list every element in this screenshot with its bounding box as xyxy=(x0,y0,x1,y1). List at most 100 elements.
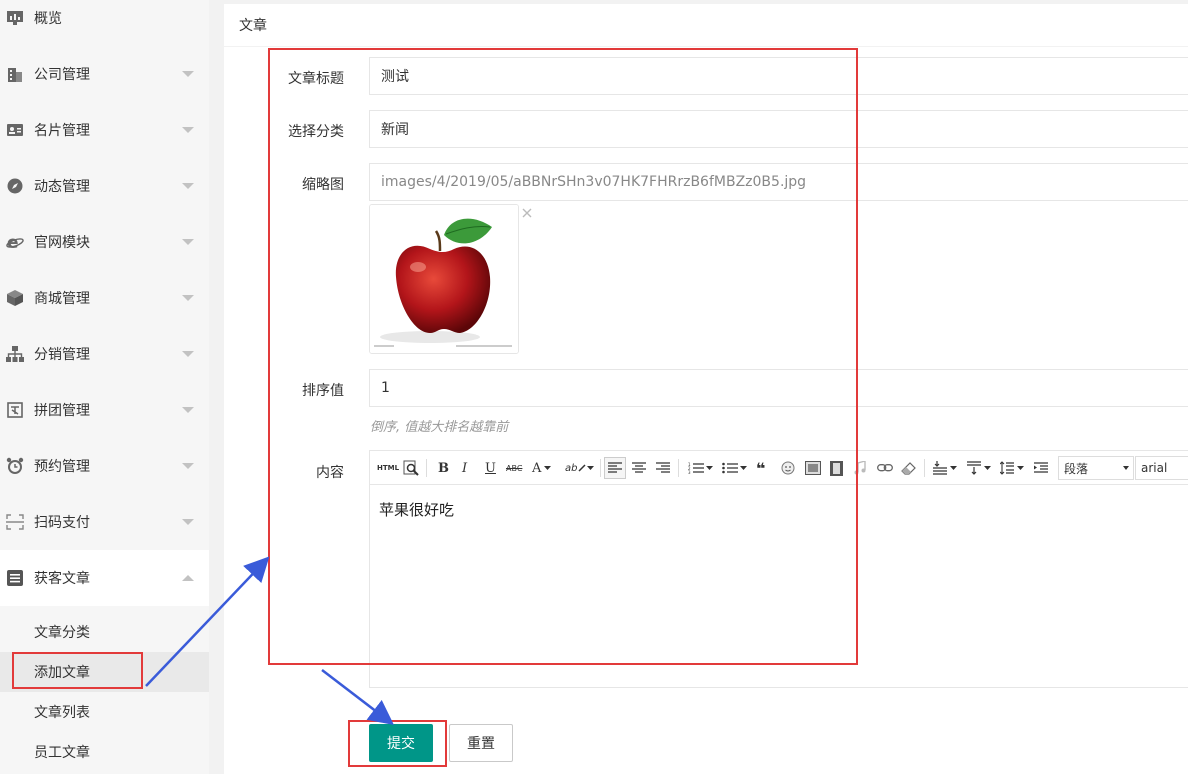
sort-label: 排序值 xyxy=(302,383,344,399)
toolbar-divider xyxy=(600,459,601,477)
ordered-list-icon[interactable]: 123 xyxy=(688,460,704,476)
cube-icon xyxy=(6,289,24,307)
sidebar-item-dynamics[interactable]: 动态管理 xyxy=(0,158,209,214)
chevron-down-icon xyxy=(182,71,194,77)
sidebar-subitem-label: 员工文章 xyxy=(34,745,90,761)
eraser-icon[interactable] xyxy=(901,460,916,476)
submit-button[interactable]: 提交 xyxy=(369,724,433,762)
pen-icon xyxy=(578,460,586,476)
sidebar-item-label: 获客文章 xyxy=(34,571,90,587)
compass-icon xyxy=(6,177,24,195)
music-icon[interactable] xyxy=(854,460,866,476)
sidebar-item-distribution[interactable]: 分销管理 xyxy=(0,326,209,382)
sidebar-subitem-label: 添加文章 xyxy=(34,665,90,681)
bold-button[interactable]: B xyxy=(438,460,449,476)
reset-button[interactable]: 重置 xyxy=(449,724,513,762)
emoji-icon[interactable] xyxy=(781,460,795,476)
image-icon[interactable] xyxy=(805,460,821,476)
chevron-up-icon xyxy=(182,575,194,581)
align-center-icon[interactable] xyxy=(632,460,646,476)
font-color-button[interactable]: A xyxy=(532,460,541,476)
underline-button[interactable]: U xyxy=(485,460,496,476)
chevron-down-icon[interactable] xyxy=(706,460,713,476)
row-spacing-top-icon[interactable] xyxy=(933,460,947,476)
sidebar-item-booking[interactable]: 预约管理 xyxy=(0,438,209,494)
sidebar: 概览 公司管理 名片管理 动态管理 e 官网模块 商城管理 分销管理 拼团管理 … xyxy=(0,0,209,774)
sidebar-item-overview[interactable]: 概览 xyxy=(0,0,209,46)
thumbnail-label: 缩略图 xyxy=(302,177,344,193)
sidebar-item-label: 拼团管理 xyxy=(34,403,90,419)
ie-icon: e xyxy=(6,233,24,251)
sidebar-subitem-label: 文章分类 xyxy=(34,625,90,641)
highlight-button[interactable]: ab xyxy=(565,460,577,476)
thumbnail-path-input[interactable]: images/4/2019/05/aBBNrSHn3v07HK7FHRrzB6f… xyxy=(369,163,1188,201)
chevron-down-icon xyxy=(182,351,194,357)
sidebar-item-label: 分销管理 xyxy=(34,347,90,363)
rich-text-editor[interactable]: HTML B I U ABC A ab 123 ❝ 段落 arial 苹果很好吃 xyxy=(369,450,1188,688)
sidebar-item-website[interactable]: e 官网模块 xyxy=(0,214,209,270)
font-family-select[interactable]: arial xyxy=(1135,456,1188,480)
row-spacing-bottom-icon[interactable] xyxy=(967,460,981,476)
close-icon[interactable] xyxy=(522,206,532,222)
sidebar-subitem-article-category[interactable]: 文章分类 xyxy=(0,612,209,652)
link-icon[interactable] xyxy=(877,460,893,476)
italic-button[interactable]: I xyxy=(462,460,467,476)
sidebar-item-scan-pay[interactable]: 扫码支付 xyxy=(0,494,209,550)
card-icon xyxy=(6,121,24,139)
article-icon xyxy=(6,569,24,587)
sidebar-item-label: 动态管理 xyxy=(34,179,90,195)
sidebar-item-label: 官网模块 xyxy=(34,235,90,251)
chevron-down-icon[interactable] xyxy=(740,460,747,476)
sort-hint: 倒序, 值越大排名越靠前 xyxy=(370,420,509,435)
main-card: 文章 文章标题 测试 选择分类 新闻 缩略图 images/4/2019/05/… xyxy=(224,4,1188,774)
sidebar-item-company[interactable]: 公司管理 xyxy=(0,46,209,102)
building-icon xyxy=(6,65,24,83)
alarm-icon xyxy=(6,457,24,475)
strikethrough-button[interactable]: ABC xyxy=(506,460,522,476)
chevron-down-icon[interactable] xyxy=(1017,460,1024,476)
chevron-down-icon xyxy=(182,239,194,245)
align-left-icon[interactable] xyxy=(604,457,626,479)
toolbar-divider xyxy=(678,459,679,477)
title-input[interactable]: 测试 xyxy=(369,57,1188,95)
paragraph-select[interactable]: 段落 xyxy=(1058,456,1134,480)
align-right-icon[interactable] xyxy=(656,460,670,476)
toolbar-divider xyxy=(924,459,925,477)
chevron-down-icon xyxy=(182,519,194,525)
sidebar-item-label: 概览 xyxy=(34,11,62,27)
chevron-down-icon[interactable] xyxy=(587,460,594,476)
chevron-down-icon[interactable] xyxy=(544,460,551,476)
thumbnail-image xyxy=(369,204,519,354)
sidebar-item-articles[interactable]: 获客文章 xyxy=(0,550,209,606)
html-source-button[interactable]: HTML xyxy=(377,460,399,476)
unordered-list-icon[interactable] xyxy=(722,460,738,476)
sidebar-item-group-buy[interactable]: 拼团管理 xyxy=(0,382,209,438)
video-icon[interactable] xyxy=(830,460,843,476)
preview-icon[interactable] xyxy=(403,460,419,476)
scan-icon xyxy=(6,513,24,531)
editor-content[interactable]: 苹果很好吃 xyxy=(379,499,454,520)
svg-text:3: 3 xyxy=(688,470,691,475)
sidebar-subitem-staff-articles[interactable]: 员工文章 xyxy=(0,732,209,772)
title-label: 文章标题 xyxy=(288,71,344,87)
paragraph-select-value: 段落 xyxy=(1064,461,1089,476)
chevron-down-icon xyxy=(182,463,194,469)
group-icon xyxy=(6,401,24,419)
sidebar-subitem-add-article[interactable]: 添加文章 xyxy=(0,652,209,692)
chevron-down-icon xyxy=(182,183,194,189)
sidebar-subitem-article-list[interactable]: 文章列表 xyxy=(0,692,209,732)
category-select[interactable]: 新闻 xyxy=(369,110,1188,148)
sort-input[interactable]: 1 xyxy=(369,369,1188,407)
font-family-select-value: arial xyxy=(1141,461,1168,475)
category-label: 选择分类 xyxy=(288,124,344,140)
blockquote-icon[interactable]: ❝ xyxy=(756,459,765,478)
chevron-down-icon[interactable] xyxy=(984,460,991,476)
sidebar-item-card[interactable]: 名片管理 xyxy=(0,102,209,158)
chevron-down-icon xyxy=(182,295,194,301)
chevron-down-icon[interactable] xyxy=(950,460,957,476)
content-label: 内容 xyxy=(316,465,344,481)
indent-icon[interactable] xyxy=(1034,460,1048,476)
toolbar-divider xyxy=(426,459,427,477)
line-height-icon[interactable] xyxy=(1000,460,1014,476)
sidebar-item-mall[interactable]: 商城管理 xyxy=(0,270,209,326)
